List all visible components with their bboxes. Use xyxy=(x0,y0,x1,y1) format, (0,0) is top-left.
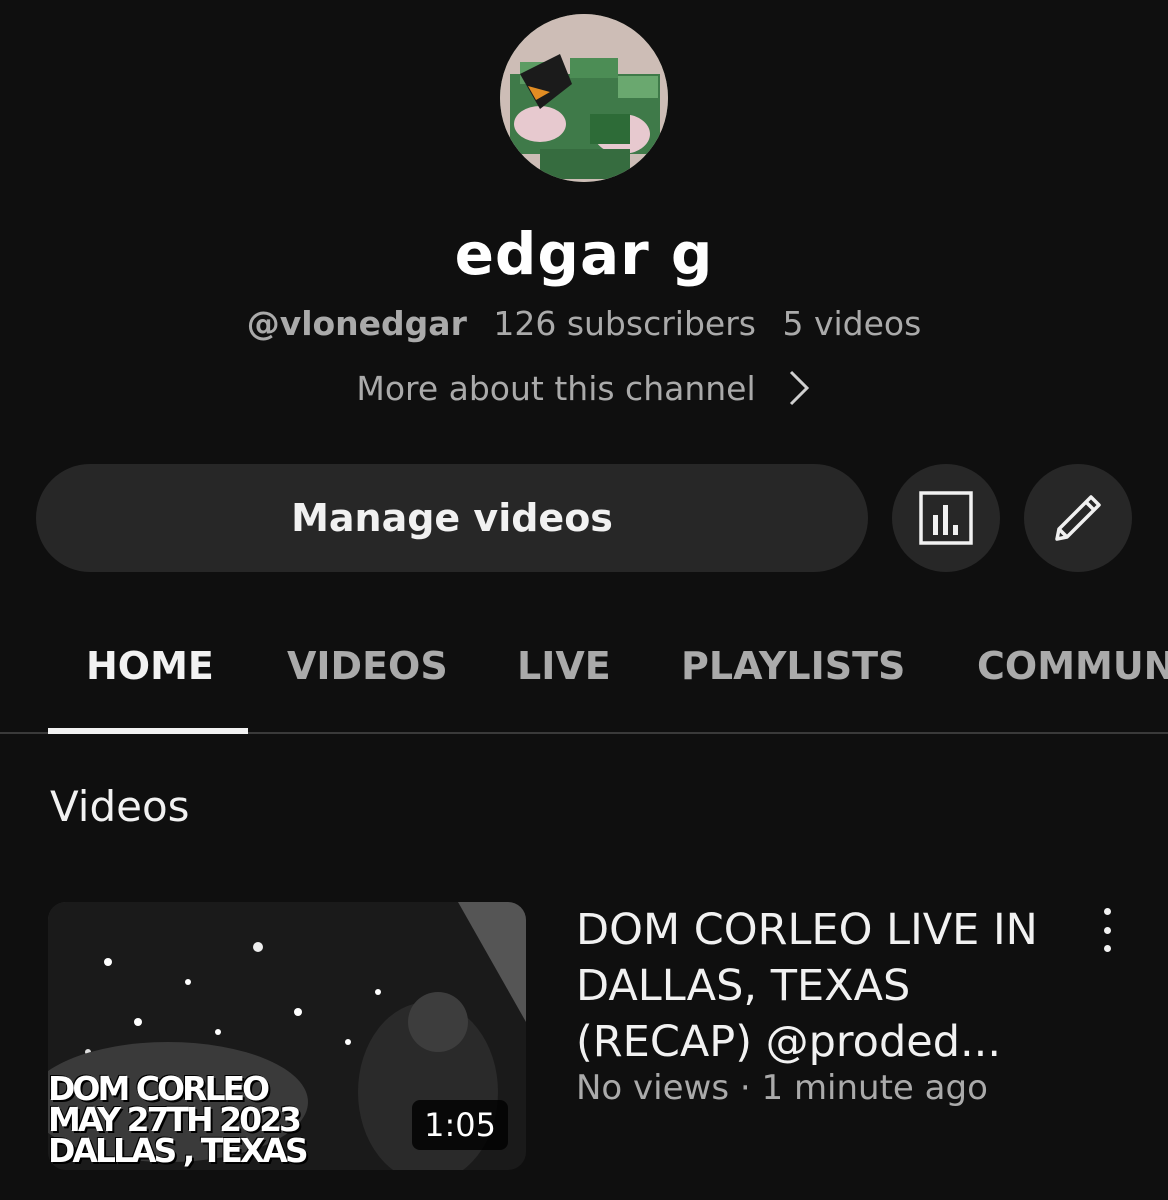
tab-playlists[interactable]: PLAYLISTS xyxy=(681,644,905,688)
edit-button[interactable] xyxy=(1024,464,1132,572)
active-tab-indicator xyxy=(48,728,248,734)
channel-meta: @vlonedgar 126 subscribers 5 videos xyxy=(0,304,1168,343)
channel-name: edgar g xyxy=(454,220,714,288)
pencil-icon xyxy=(1055,495,1101,541)
manage-videos-button[interactable]: Manage videos xyxy=(36,464,868,572)
video-metadata: No views · 1 minute ago xyxy=(576,1068,1076,1108)
view-count: No views xyxy=(576,1068,730,1108)
video-duration: 1:05 xyxy=(412,1100,508,1150)
channel-avatar[interactable] xyxy=(500,14,668,182)
more-about-label: More about this channel xyxy=(356,368,756,408)
section-title: Videos xyxy=(50,782,190,831)
tab-home[interactable]: HOME xyxy=(86,644,214,688)
video-title[interactable]: DOM CORLEO LIVE IN DALLAS, TEXAS (RECAP)… xyxy=(576,902,1046,1070)
kebab-dot xyxy=(1103,908,1111,915)
avatar-image xyxy=(500,14,668,182)
tab-videos[interactable]: VIDEOS xyxy=(287,644,448,688)
channel-tabs: HOME VIDEOS LIVE PLAYLISTS COMMUN xyxy=(0,614,1168,734)
more-options-icon[interactable] xyxy=(1092,908,1122,952)
kebab-dot xyxy=(1103,926,1111,934)
metadata-separator: · xyxy=(739,1068,751,1108)
thumbnail-caption-line: DALLAS , TEXAS xyxy=(48,1131,309,1170)
channel-handle: @vlonedgar xyxy=(246,304,467,343)
upload-age: 1 minute ago xyxy=(761,1068,988,1108)
video-item[interactable]: DOM CORLEO MAY 27TH 2023 DALLAS , TEXAS … xyxy=(48,902,1148,1172)
subscriber-count: 126 subscribers xyxy=(493,304,756,343)
analytics-icon xyxy=(919,491,973,545)
more-about-link[interactable]: More about this channel xyxy=(0,368,1168,408)
channel-page: edgar g @vlonedgar 126 subscribers 5 vid… xyxy=(0,0,1168,1200)
video-count: 5 videos xyxy=(782,304,922,343)
analytics-button[interactable] xyxy=(892,464,1000,572)
thumbnail-caption: DOM CORLEO MAY 27TH 2023 DALLAS , TEXAS xyxy=(48,1072,309,1170)
tab-live[interactable]: LIVE xyxy=(517,644,611,688)
video-thumbnail[interactable]: DOM CORLEO MAY 27TH 2023 DALLAS , TEXAS … xyxy=(48,902,526,1170)
chevron-right-icon xyxy=(789,370,809,406)
tab-community[interactable]: COMMUN xyxy=(977,644,1168,688)
kebab-dot xyxy=(1103,945,1111,952)
